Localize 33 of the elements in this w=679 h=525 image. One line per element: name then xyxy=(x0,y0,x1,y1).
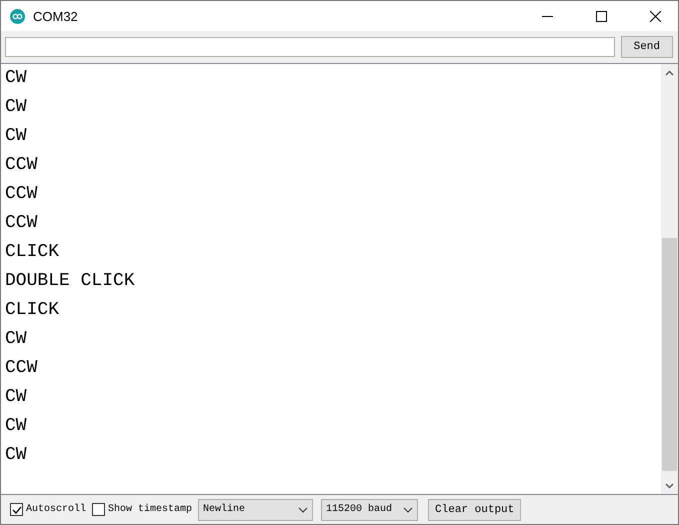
clear-output-button[interactable]: Clear output xyxy=(428,498,522,520)
checkbox[interactable] xyxy=(92,503,106,516)
checkbox-label: Autoscroll xyxy=(26,504,86,515)
logo-icon xyxy=(10,8,25,24)
output-line: CCW xyxy=(5,357,38,380)
output-line: CW xyxy=(5,415,28,438)
output-line: CW xyxy=(5,444,28,467)
output-line: CLICK xyxy=(5,241,60,264)
caret-icon xyxy=(403,506,414,512)
scroll-down-icon[interactable] xyxy=(665,483,674,489)
caret-icon xyxy=(298,506,308,512)
maximize-icon[interactable] xyxy=(596,10,606,22)
output-line: DOUBLE CLICK xyxy=(5,270,136,293)
scroll-thumb[interactable] xyxy=(662,238,677,471)
checkbox[interactable] xyxy=(10,503,23,516)
scrollbar[interactable] xyxy=(661,64,678,494)
output-line: CW xyxy=(5,125,28,148)
window-title: COM32 xyxy=(33,8,79,24)
scroll-up-icon[interactable] xyxy=(665,70,674,76)
baud-rate-dropdown[interactable]: 115200 baud xyxy=(321,498,418,520)
output-line: CCW xyxy=(5,154,38,177)
send-button[interactable]: Send xyxy=(620,36,673,58)
output-line: CW xyxy=(5,67,28,90)
output-line: CW xyxy=(5,328,28,351)
output-line: CLICK xyxy=(5,299,60,322)
output-line: CW xyxy=(5,386,28,409)
close-icon[interactable] xyxy=(650,10,660,22)
checkbox-label: Show timestamp xyxy=(108,504,192,515)
output-line: CW xyxy=(5,96,28,119)
message-field[interactable] xyxy=(5,37,615,57)
line-ending-dropdown[interactable]: Newline xyxy=(198,498,314,520)
output-line: CCW xyxy=(5,183,38,206)
output-line: CCW xyxy=(5,212,38,235)
